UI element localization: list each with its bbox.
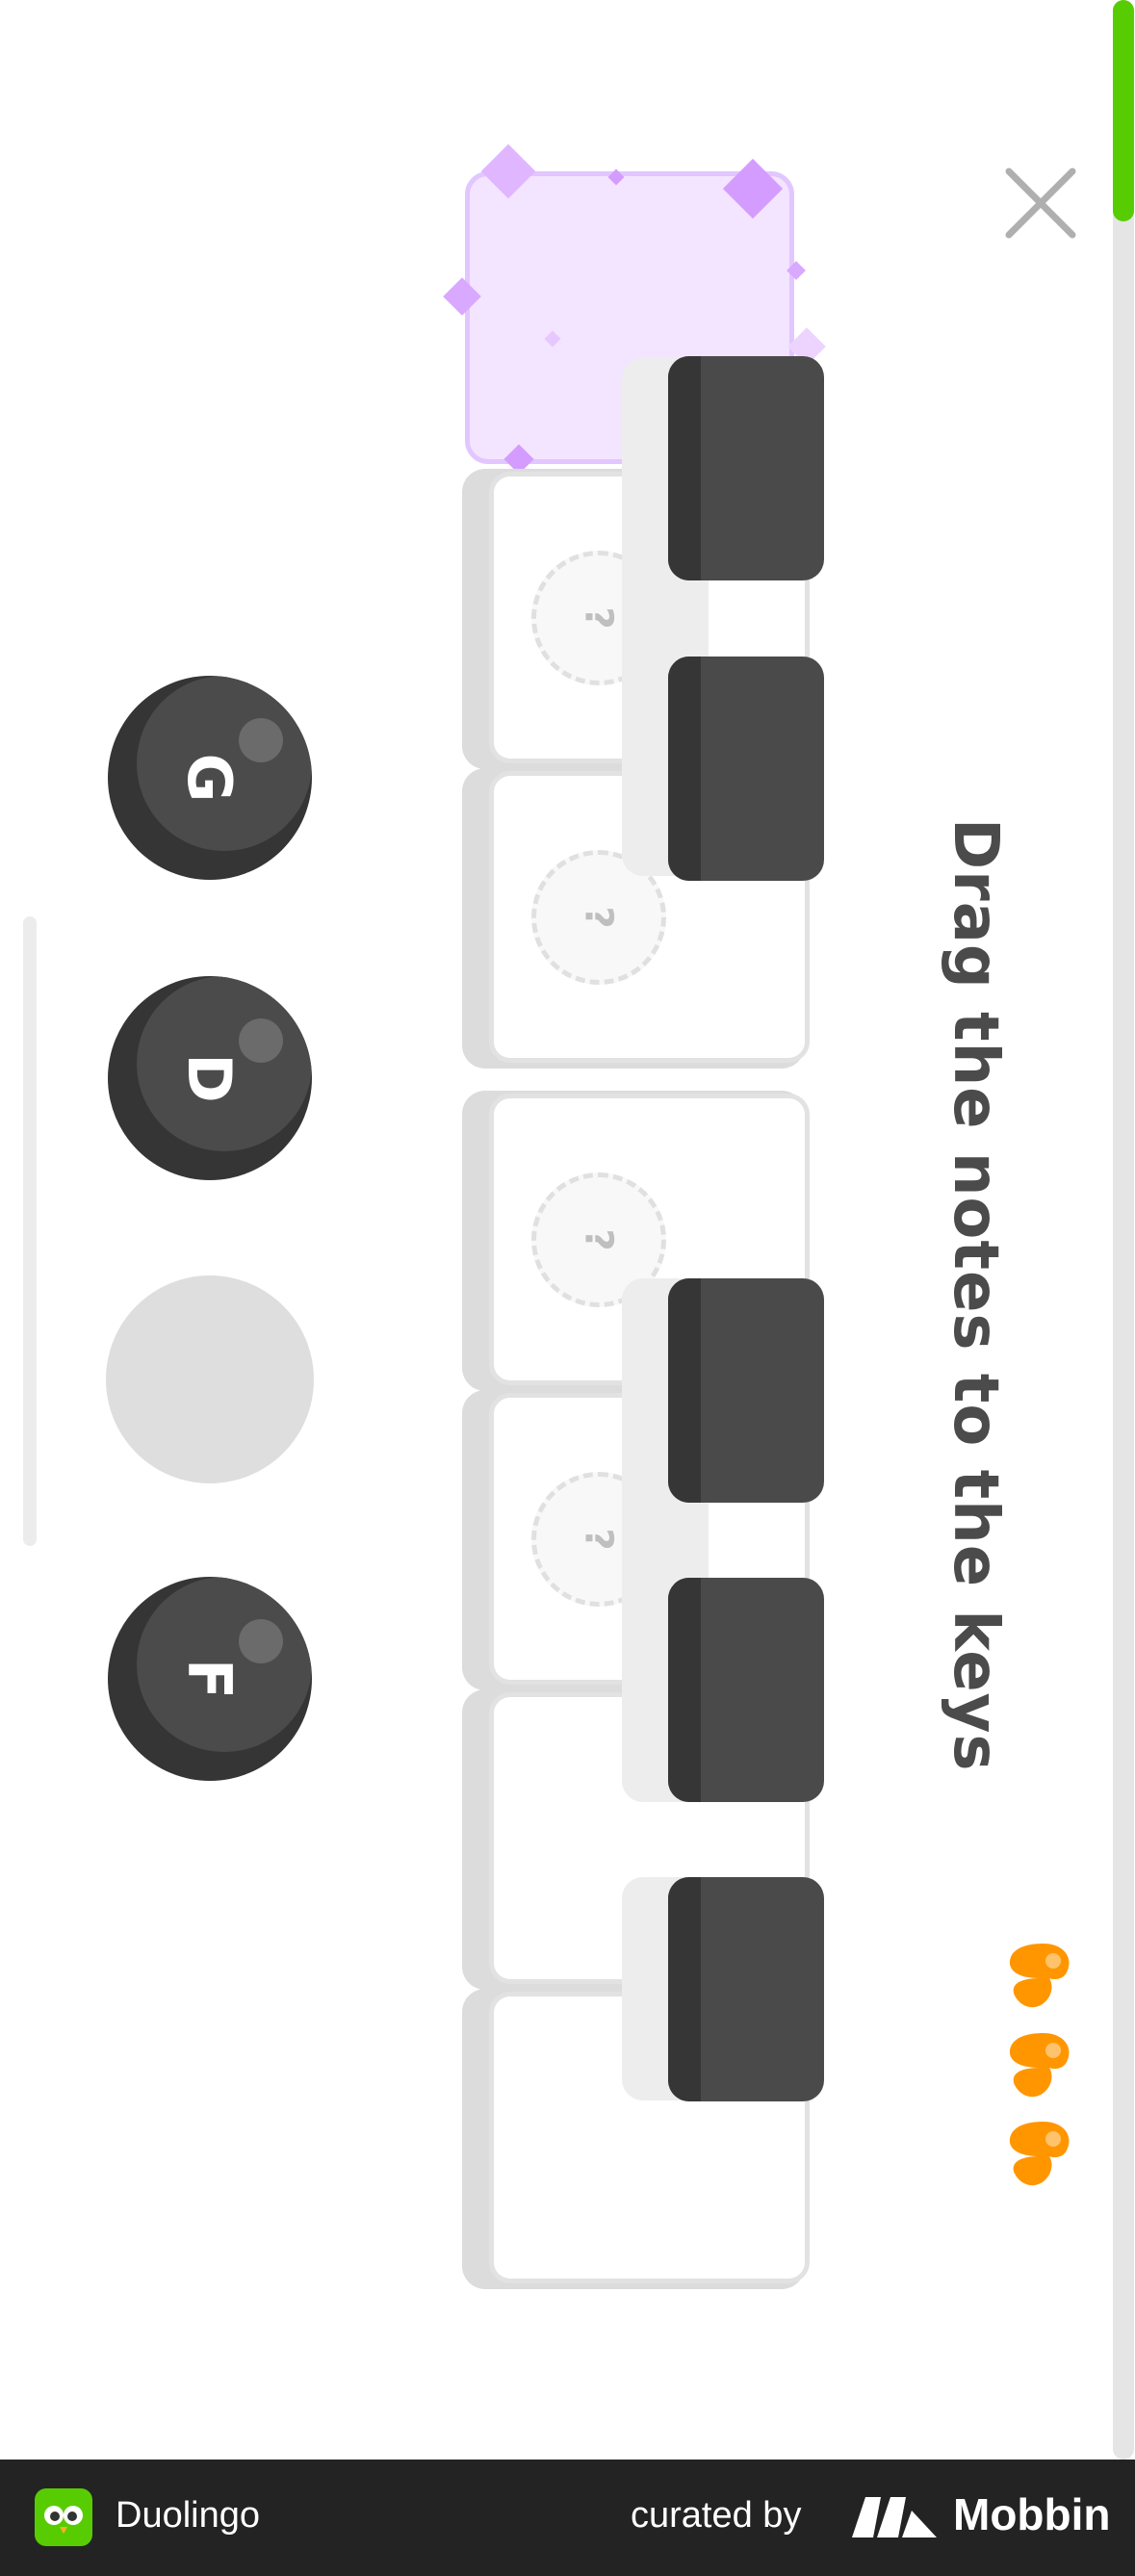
mobbin-logo-icon — [852, 2497, 937, 2537]
note-tray-scrollbar — [23, 916, 37, 1546]
heart-icon — [1009, 2033, 1070, 2098]
progress-track — [1113, 0, 1134, 2460]
footer-brand: Mobbin — [953, 2489, 1111, 2539]
footer-curated-label: curated by — [631, 2495, 802, 2536]
duolingo-owl-icon — [35, 2488, 92, 2546]
progress-fill — [1113, 0, 1134, 221]
note-label: F — [174, 1658, 245, 1700]
note-label: D — [174, 1053, 245, 1103]
prompt-text: Drag the notes to the keys — [940, 818, 1011, 1772]
footer-app-name: Duolingo — [116, 2495, 260, 2536]
black-key — [668, 1278, 824, 1503]
note-label: G — [174, 753, 245, 803]
close-icon[interactable] — [1001, 164, 1080, 243]
note-token-placeholder — [106, 1275, 314, 1483]
note-token-d[interactable]: D — [108, 976, 312, 1180]
heart-icon — [1009, 2122, 1070, 2186]
black-key — [668, 1578, 824, 1802]
black-key — [668, 356, 824, 580]
black-key — [668, 657, 824, 881]
note-token-f[interactable]: F — [108, 1577, 312, 1781]
heart-icon — [1009, 1944, 1070, 2008]
note-token-g[interactable]: G — [108, 676, 312, 880]
black-key — [668, 1877, 824, 2101]
